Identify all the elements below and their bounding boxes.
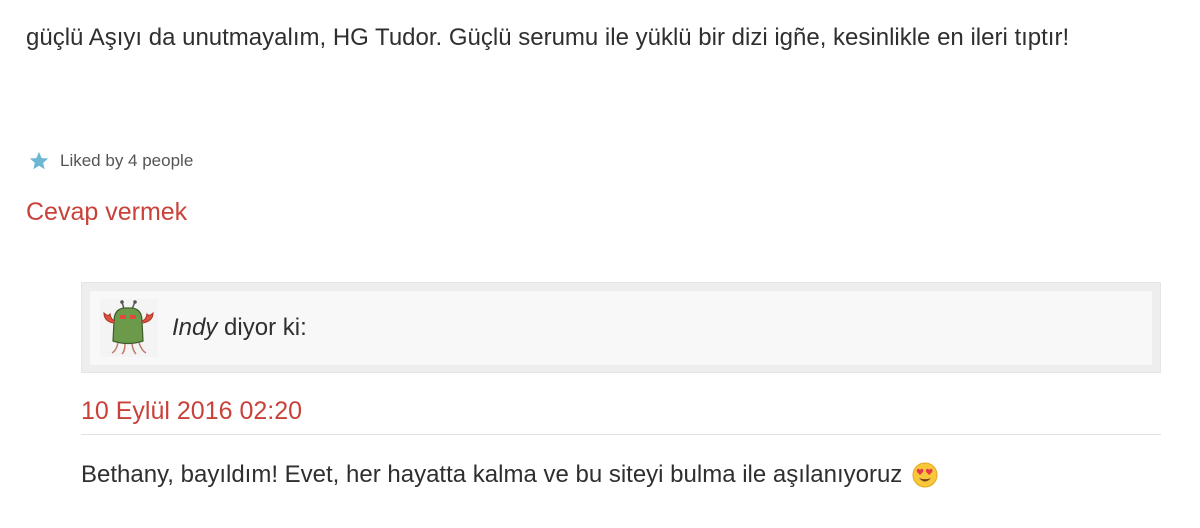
author-says: diyor ki: xyxy=(224,313,307,341)
reply-body: Bethany, bayıldım! Evet, her hayatta kal… xyxy=(81,457,1161,493)
reply-text: Bethany, bayıldım! Evet, her hayatta kal… xyxy=(81,461,903,488)
star-icon xyxy=(29,151,49,170)
likes-row: Liked by 4 people xyxy=(28,150,193,172)
author-name[interactable]: Indy xyxy=(172,314,217,341)
author-inner: Indy diyor ki: xyxy=(90,290,1152,365)
likes-text[interactable]: Liked by 4 people xyxy=(60,151,193,171)
monster-avatar-icon xyxy=(100,298,158,357)
comment-body: güçlü Aşıyı da unutmayalım, HG Tudor. Gü… xyxy=(26,24,1070,51)
comment-date-link[interactable]: 10 Eylül 2016 02:20 xyxy=(81,397,1161,426)
author-line: Indy diyor ki: xyxy=(172,314,307,342)
author-header: Indy diyor ki: xyxy=(81,282,1161,373)
reply-comment: Indy diyor ki: 10 Eylül 2016 02:20 Betha… xyxy=(81,282,1161,493)
divider xyxy=(81,434,1161,435)
reply-button[interactable]: Cevap vermek xyxy=(26,198,187,227)
heart-eyes-emoji-icon xyxy=(912,462,938,488)
